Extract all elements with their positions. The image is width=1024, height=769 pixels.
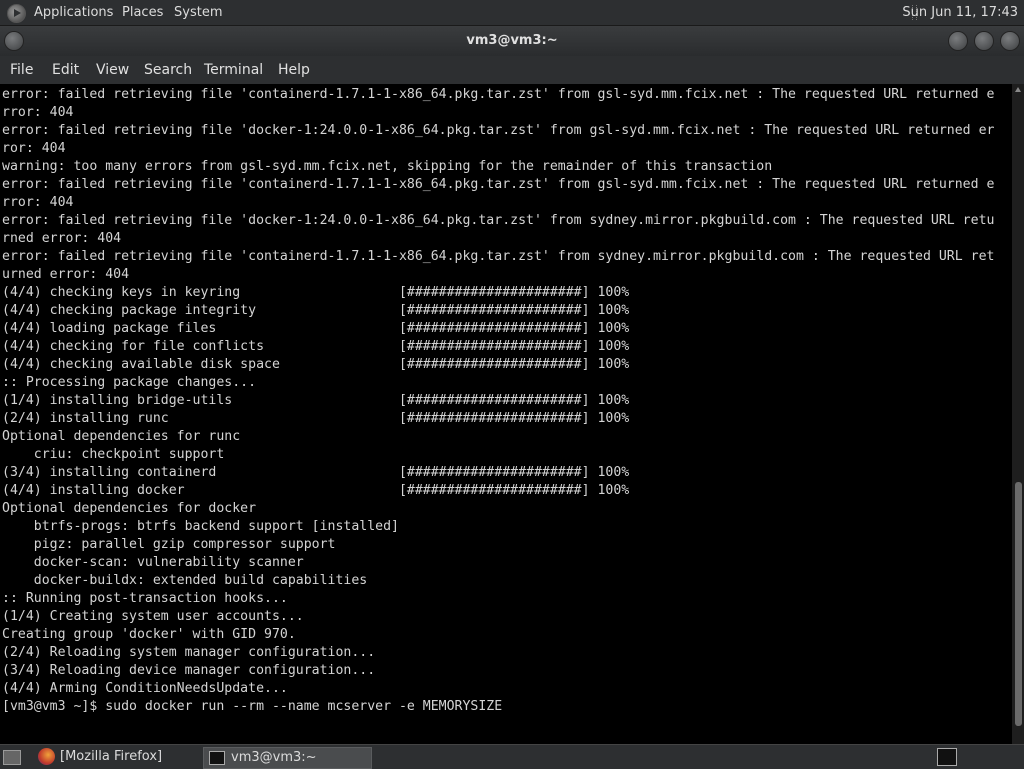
taskbar-terminal-item[interactable]: vm3@vm3:~ <box>203 747 372 769</box>
terminal-line: (2/4) Reloading system manager configura… <box>2 645 376 660</box>
bottom-taskbar: [Mozilla Firefox] vm3@vm3:~ <box>0 744 1024 769</box>
terminal-line: (3/4) installing containerd [###########… <box>2 465 630 480</box>
terminal-line: (1/4) installing bridge-utils [#########… <box>2 393 630 408</box>
terminal-line: error: failed retrieving file 'container… <box>2 87 995 102</box>
terminal-line: criu: checkpoint support <box>2 447 225 462</box>
terminal-prompt-line[interactable]: [vm3@vm3 ~]$ sudo docker run --rm --name… <box>2 698 994 716</box>
terminal-line: btrfs-progs: btrfs backend support [inst… <box>2 519 399 534</box>
terminal-line: (4/4) checking available disk space [###… <box>2 357 630 372</box>
taskbar-terminal-label: vm3@vm3:~ <box>231 750 317 765</box>
panel-menu-applications[interactable]: Applications <box>34 0 113 25</box>
terminal-line: ror: 404 <box>2 141 66 156</box>
terminal-line: (4/4) loading package files [###########… <box>2 321 630 336</box>
menu-search[interactable]: Search <box>144 56 192 84</box>
terminal-line: rror: 404 <box>2 195 74 210</box>
terminal-icon <box>209 751 225 765</box>
terminal-scrollbar[interactable] <box>1012 84 1024 744</box>
terminal-line: docker-buildx: extended build capabiliti… <box>2 573 368 588</box>
maximize-button[interactable] <box>974 31 994 51</box>
terminal-line: rror: 404 <box>2 105 74 120</box>
menu-view[interactable]: View <box>96 56 129 84</box>
terminal-line: (1/4) Creating system user accounts... <box>2 609 304 624</box>
firefox-icon[interactable] <box>38 748 55 765</box>
terminal-line: docker-scan: vulnerability scanner <box>2 555 304 570</box>
terminal-line: urned error: 404 <box>2 267 130 282</box>
terminal-line: error: failed retrieving file 'docker-1:… <box>2 123 995 138</box>
top-panel: Applications Places System Sun Jun 11, 1… <box>0 0 1024 26</box>
terminal-line: warning: too many errors from gsl-syd.mm… <box>2 159 773 174</box>
menu-file[interactable]: File <box>10 56 33 84</box>
terminal-line: (4/4) installing docker [###############… <box>2 483 630 498</box>
applications-logo-icon[interactable] <box>7 4 26 23</box>
terminal-line: Optional dependencies for docker <box>2 501 257 516</box>
terminal-line: error: failed retrieving file 'container… <box>2 177 995 192</box>
terminal-line: :: Processing package changes... <box>2 375 257 390</box>
window-title: vm3@vm3:~ <box>466 33 558 48</box>
workspace-switcher-icon[interactable] <box>937 748 957 766</box>
terminal-line: (4/4) checking package integrity [######… <box>2 303 630 318</box>
terminal-line: Creating group 'docker' with GID 970. <box>2 627 296 642</box>
terminal-line: pigz: parallel gzip compressor support <box>2 537 336 552</box>
clock[interactable]: Sun Jun 11, 17:43 <box>902 0 1018 25</box>
terminal-line: error: failed retrieving file 'container… <box>2 249 995 264</box>
panel-menu-system[interactable]: System <box>174 0 222 25</box>
panel-menu-places[interactable]: Places <box>122 0 163 25</box>
window-titlebar[interactable]: vm3@vm3:~ <box>0 26 1024 56</box>
terminal-line: (4/4) Arming ConditionNeedsUpdate... <box>2 681 288 696</box>
show-desktop-icon[interactable] <box>3 750 21 765</box>
terminal-line: Optional dependencies for runc <box>2 429 241 444</box>
menu-help[interactable]: Help <box>278 56 310 84</box>
terminal-output[interactable]: error: failed retrieving file 'container… <box>0 84 1012 744</box>
terminal-line: rned error: 404 <box>2 231 122 246</box>
terminal-line: (2/4) installing runc [#################… <box>2 411 630 426</box>
menu-edit[interactable]: Edit <box>52 56 79 84</box>
taskbar-firefox-item[interactable]: [Mozilla Firefox] <box>60 747 200 767</box>
terminal-line: error: failed retrieving file 'docker-1:… <box>2 213 995 228</box>
terminal-line: (4/4) checking for file conflicts [#####… <box>2 339 630 354</box>
close-button[interactable] <box>1000 31 1020 51</box>
terminal-line: :: Running post-transaction hooks... <box>2 591 288 606</box>
terminal-line: (3/4) Reloading device manager configura… <box>2 663 376 678</box>
menu-terminal[interactable]: Terminal <box>204 56 263 84</box>
scroll-up-arrow-icon[interactable] <box>1015 87 1021 92</box>
terminal-menubar: File Edit View Search Terminal Help <box>0 56 1024 84</box>
minimize-button[interactable] <box>948 31 968 51</box>
scrollbar-thumb[interactable] <box>1015 482 1022 726</box>
terminal-line: (4/4) checking keys in keyring [########… <box>2 285 630 300</box>
